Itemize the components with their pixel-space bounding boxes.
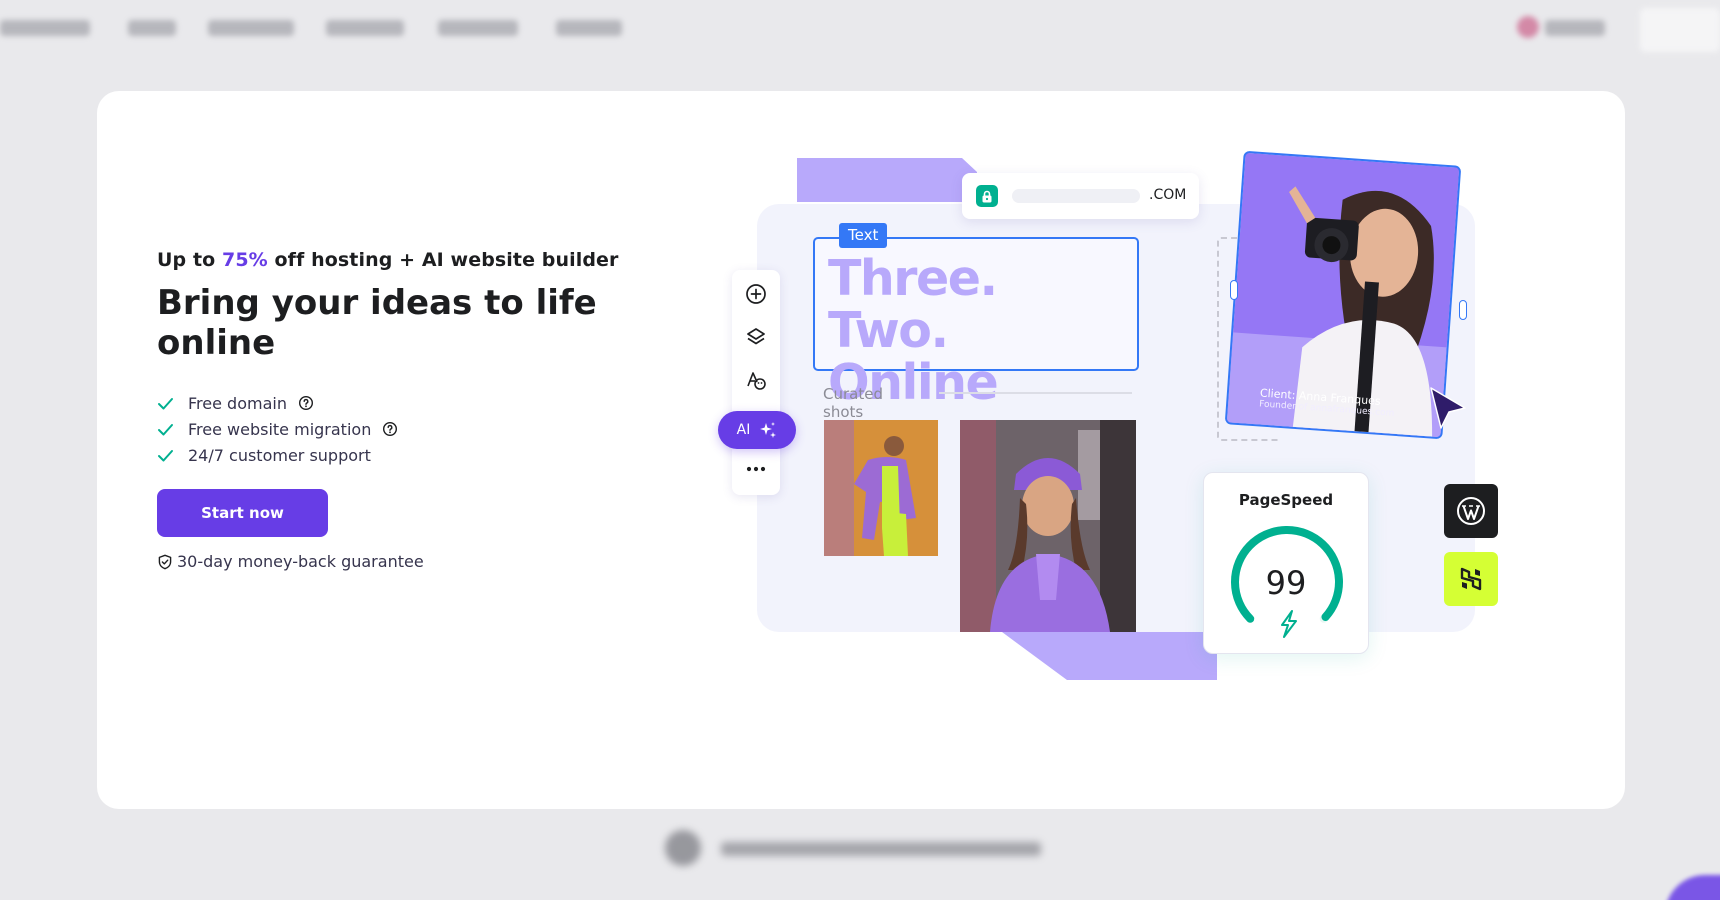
portrait-photo [960,420,1136,632]
layers-icon [744,325,768,349]
decorative-shape [1002,632,1217,680]
background-footer-text [721,842,1041,856]
background-button [1640,8,1720,52]
lightning-icon [1281,610,1297,638]
promo-line: Up to 75% off hosting + AI website build… [157,249,619,271]
background-nav-item [438,20,518,36]
background-language [1545,20,1605,36]
style-palette-icon [744,368,768,392]
resize-handle [1459,300,1467,320]
decorative-shape [797,158,977,202]
check-icon [157,421,174,438]
background-nav-item [208,20,294,36]
text-tag: Text [839,223,888,248]
sparkle-icon [759,421,777,439]
pagespeed-card: PageSpeed 99 [1203,472,1369,654]
background-nav-item [556,20,622,36]
feature-label: 24/7 customer support [188,445,371,465]
lock-icon [976,185,998,207]
background-nav-item [128,20,176,36]
ai-label: AI [736,422,751,438]
promo-modal: Up to 75% off hosting + AI website build… [97,91,1625,809]
background-navigation [0,0,1720,56]
add-circle-icon [744,282,768,306]
check-icon [157,395,174,412]
domain-tld: .COM [1149,187,1187,203]
feature-item: 24/7 customer support [157,442,398,468]
editor-toolbar [732,270,780,495]
photographer-photo: Client: Anna Franques Founder of annafra… [1224,150,1462,440]
background-flag-icon [1517,16,1539,38]
feature-item: Free website migration [157,416,398,442]
more-icon [744,457,768,481]
text-block: Text Three. Two. Online [813,223,1139,409]
promo-prefix: Up to [157,249,216,271]
divider [939,392,1132,394]
hostinger-icon [1460,567,1482,591]
shield-check-icon [157,554,173,570]
cursor-arrow-icon [1430,387,1579,548]
pagespeed-title: PageSpeed [1238,491,1334,509]
headline: Bring your ideas to life online [157,283,597,363]
ai-button: AI [718,411,796,449]
resize-handle [1230,280,1238,300]
background-logo [0,20,90,36]
question-circle-icon[interactable] [298,395,314,411]
domain-field [1012,189,1140,203]
wordpress-icon [1457,497,1485,525]
feature-label: Free website migration [188,419,372,439]
feature-list: Free domain Free website migration 24/7 … [157,390,398,468]
feature-item: Free domain [157,390,398,416]
guarantee-text: 30-day money-back guarantee [177,552,424,571]
hostinger-logo [1444,552,1498,606]
wordpress-logo [1444,484,1498,538]
background-wordpress-icon [665,830,701,866]
question-circle-icon[interactable] [382,421,398,437]
money-back-guarantee: 30-day money-back guarantee [157,552,424,571]
promo-percent: 75% [222,249,268,271]
check-icon [157,447,174,464]
fashion-photo [824,420,938,556]
domain-bar: .COM [962,173,1199,219]
pagespeed-score: 99 [1265,564,1307,602]
background-chat-bubble [1665,875,1720,900]
feature-label: Free domain [188,393,287,413]
background-nav-item [326,20,404,36]
start-now-button[interactable]: Start now [157,489,328,537]
promo-suffix: off hosting + AI website builder [274,249,619,271]
curated-shots-label: Curated shots [823,385,883,421]
